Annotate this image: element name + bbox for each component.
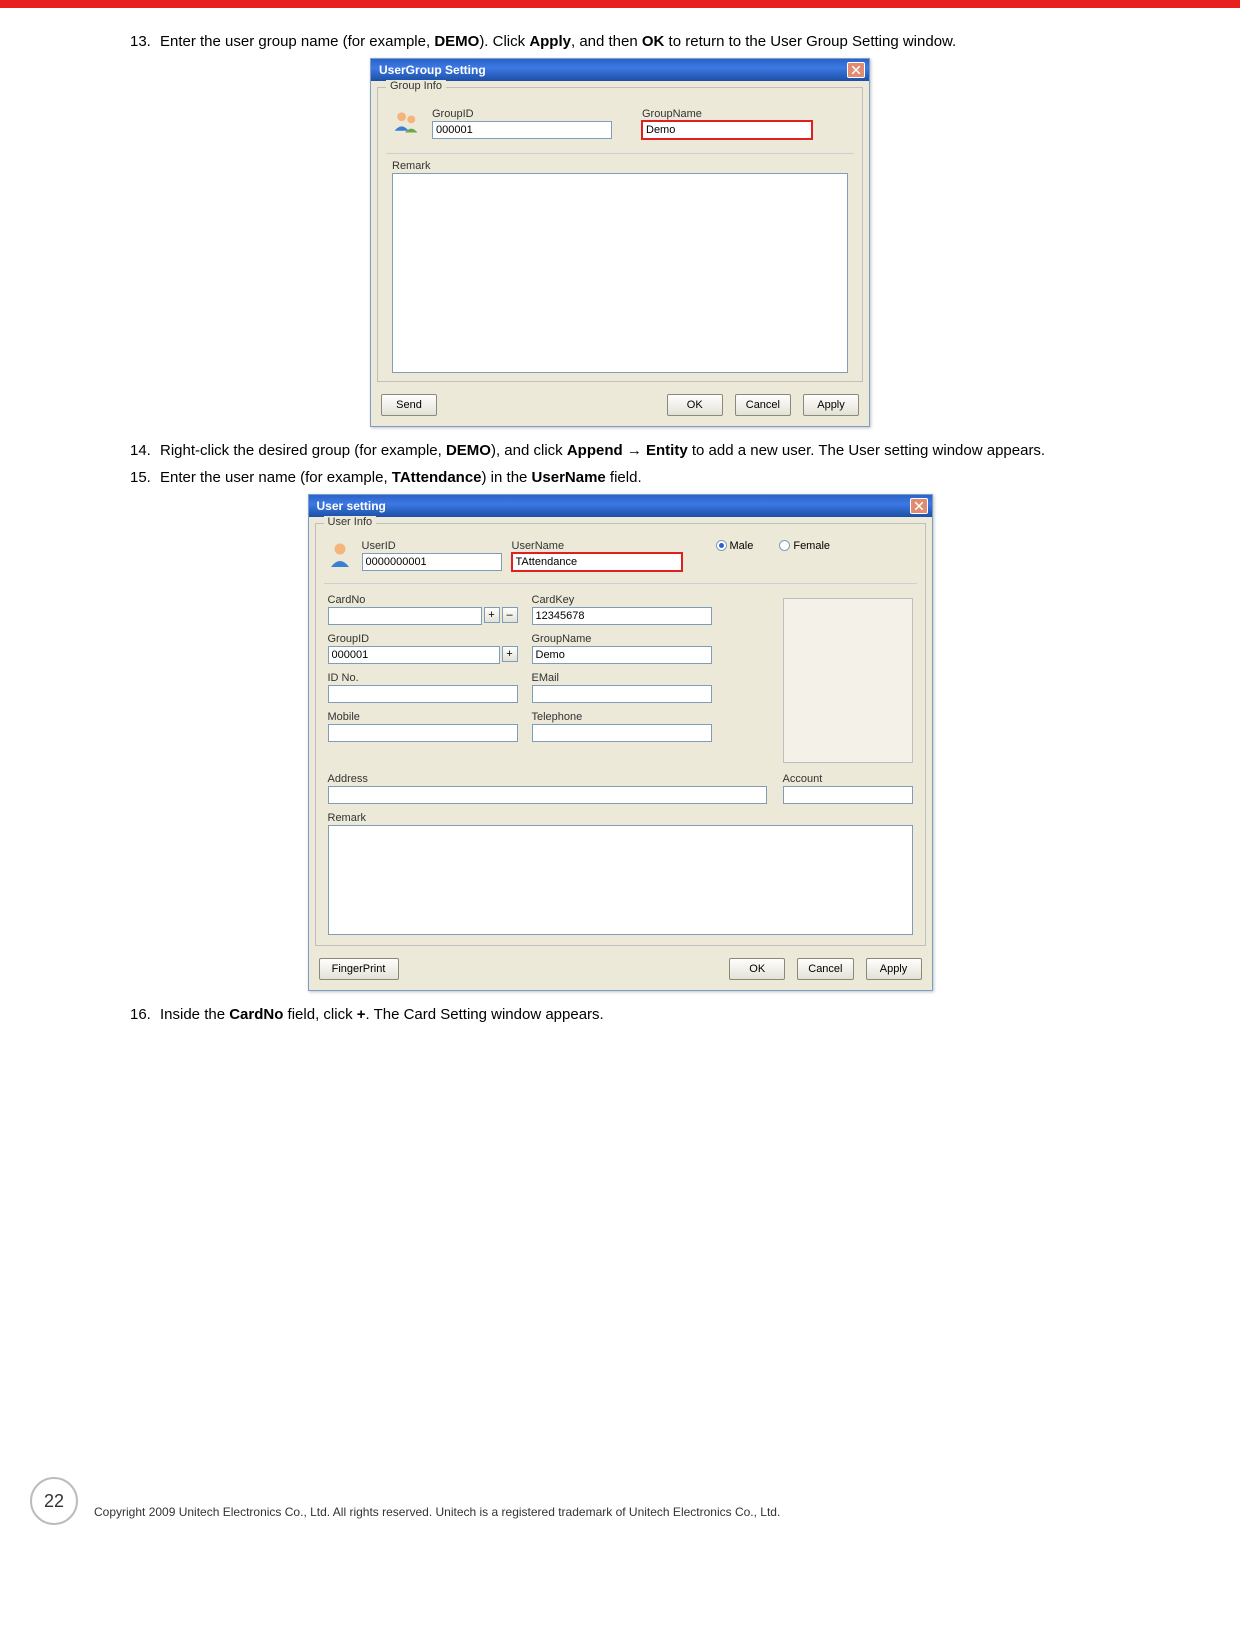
idno-label: ID No. xyxy=(328,672,518,684)
titlebar: UserGroup Setting xyxy=(371,59,869,81)
userid-label: UserID xyxy=(362,540,502,552)
email-label: EMail xyxy=(532,672,712,684)
step-text: Enter the user name (for example, TAtten… xyxy=(160,468,1170,488)
cardno-plus-button[interactable]: + xyxy=(484,607,500,623)
usergroup-setting-dialog: UserGroup Setting Group Info GroupID xyxy=(370,58,870,427)
step-text: Enter the user group name (for example, … xyxy=(160,32,1170,52)
ok-button[interactable]: OK xyxy=(729,958,785,980)
remark-textarea[interactable] xyxy=(328,825,913,935)
female-radio[interactable]: Female xyxy=(779,540,830,552)
users-icon xyxy=(392,108,420,136)
account-input[interactable] xyxy=(783,786,913,804)
email-input[interactable] xyxy=(532,685,712,703)
step-16: 16. Inside the CardNo field, click +. Th… xyxy=(130,1005,1170,1025)
apply-button[interactable]: Apply xyxy=(866,958,922,980)
mobile-input[interactable] xyxy=(328,724,518,742)
apply-button[interactable]: Apply xyxy=(803,394,859,416)
username-label: UserName xyxy=(512,540,682,552)
button-row: Send OK Cancel Apply xyxy=(371,388,869,426)
groupid-plus-button[interactable]: + xyxy=(502,646,518,662)
send-button[interactable]: Send xyxy=(381,394,437,416)
photo-placeholder xyxy=(783,598,913,763)
page-number: 22 xyxy=(30,1477,78,1525)
telephone-input[interactable] xyxy=(532,724,712,742)
step-number: 14. xyxy=(130,441,160,461)
cardno-minus-button[interactable]: – xyxy=(502,607,518,623)
mobile-label: Mobile xyxy=(328,711,518,723)
user-icon xyxy=(328,540,352,570)
copyright-text: Copyright 2009 Unitech Electronics Co., … xyxy=(94,1505,1170,1519)
remark-label: Remark xyxy=(328,812,913,824)
groupid-input[interactable] xyxy=(432,121,612,139)
user-setting-dialog: User setting User Info UserID xyxy=(308,494,933,991)
top-red-bar xyxy=(0,0,1240,8)
remark-label: Remark xyxy=(392,160,848,172)
button-row: FingerPrint OK Cancel Apply xyxy=(309,952,932,990)
username-input[interactable] xyxy=(512,553,682,571)
ok-button[interactable]: OK xyxy=(667,394,723,416)
cancel-button[interactable]: Cancel xyxy=(797,958,853,980)
step-text: Right-click the desired group (for examp… xyxy=(160,441,1170,461)
groupname-input[interactable] xyxy=(642,121,812,139)
telephone-label: Telephone xyxy=(532,711,712,723)
idno-input[interactable] xyxy=(328,685,518,703)
step-13: 13. Enter the user group name (for examp… xyxy=(130,32,1170,52)
fieldset-legend: Group Info xyxy=(386,80,446,92)
male-radio[interactable]: Male xyxy=(716,540,754,552)
groupname-label: GroupName xyxy=(642,108,812,120)
step-text: Inside the CardNo field, click +. The Ca… xyxy=(160,1005,1170,1025)
dialog-title: User setting xyxy=(317,499,910,513)
address-label: Address xyxy=(328,773,767,785)
close-icon[interactable] xyxy=(847,62,865,78)
userid-input[interactable] xyxy=(362,553,502,571)
groupname-input[interactable] xyxy=(532,646,712,664)
remark-textarea[interactable] xyxy=(392,173,848,373)
step-14: 14. Right-click the desired group (for e… xyxy=(130,441,1170,461)
cardno-input[interactable] xyxy=(328,607,482,625)
step-number: 15. xyxy=(130,468,160,488)
radio-dot-icon xyxy=(779,540,790,551)
user-info-fieldset: User Info UserID UserName xyxy=(315,523,926,946)
cardkey-input[interactable] xyxy=(532,607,712,625)
close-icon[interactable] xyxy=(910,498,928,514)
step-number: 16. xyxy=(130,1005,160,1025)
radio-dot-icon xyxy=(716,540,727,551)
page-footer: 22 Copyright 2009 Unitech Electronics Co… xyxy=(70,1505,1170,1549)
groupname-label: GroupName xyxy=(532,633,712,645)
cancel-button[interactable]: Cancel xyxy=(735,394,791,416)
group-info-fieldset: Group Info GroupID GroupName xyxy=(377,87,863,382)
cardkey-label: CardKey xyxy=(532,594,712,606)
address-input[interactable] xyxy=(328,786,767,804)
account-label: Account xyxy=(783,773,913,785)
cardno-label: CardNo xyxy=(328,594,518,606)
groupid-label: GroupID xyxy=(432,108,612,120)
groupid-label: GroupID xyxy=(328,633,518,645)
fieldset-legend: User Info xyxy=(324,516,377,528)
fingerprint-button[interactable]: FingerPrint xyxy=(319,958,399,980)
groupid-input[interactable] xyxy=(328,646,500,664)
dialog-title: UserGroup Setting xyxy=(379,63,847,77)
step-15: 15. Enter the user name (for example, TA… xyxy=(130,468,1170,488)
step-number: 13. xyxy=(130,32,160,52)
titlebar: User setting xyxy=(309,495,932,517)
